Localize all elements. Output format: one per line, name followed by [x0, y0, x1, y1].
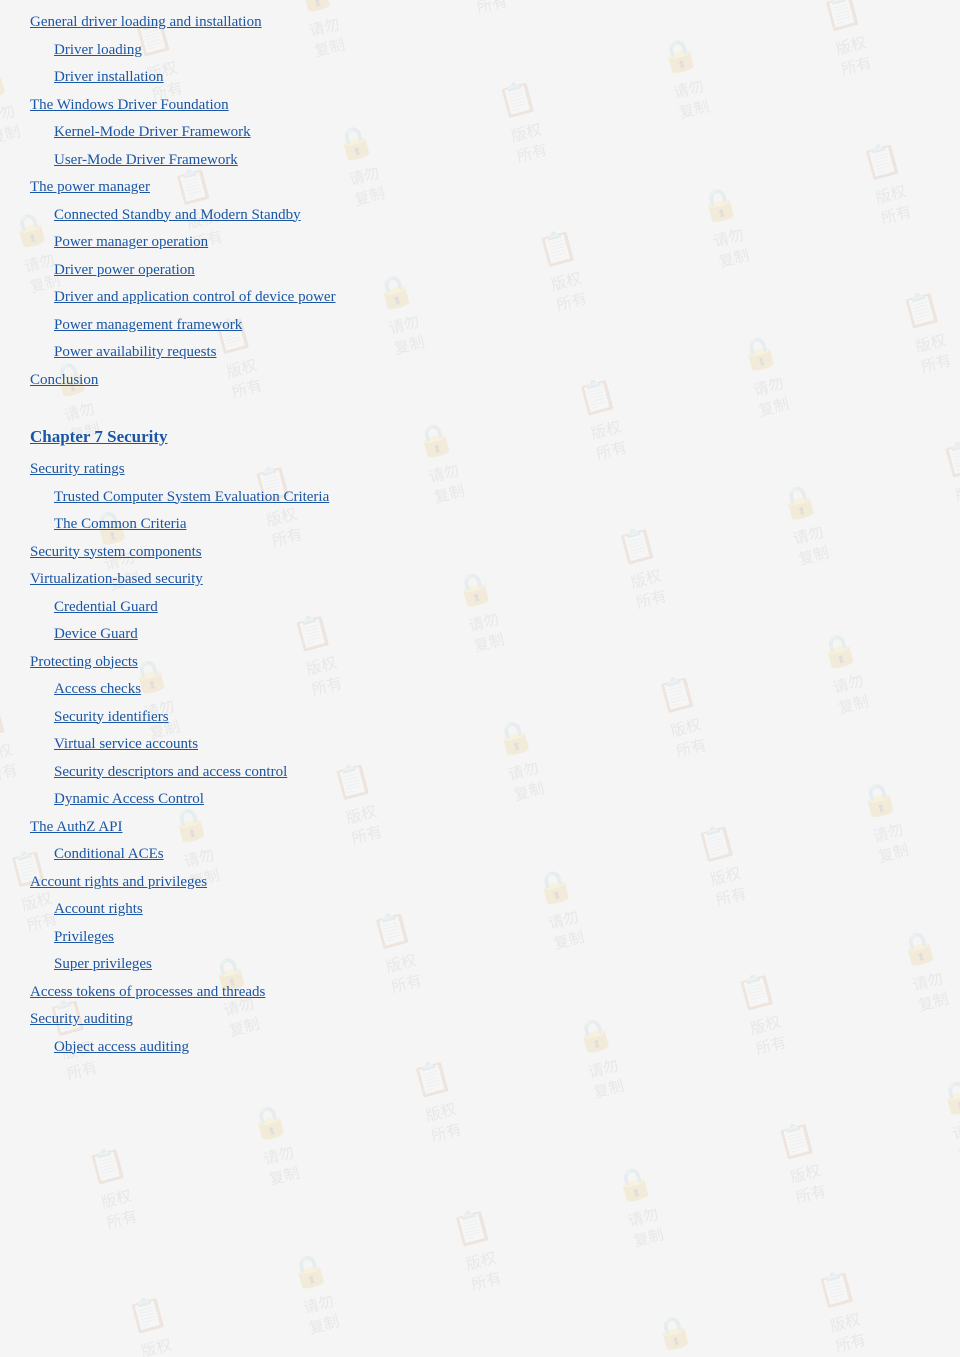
toc-link[interactable]: The Common Criteria — [54, 516, 186, 532]
toc-link[interactable]: Trusted Computer System Evaluation Crite… — [54, 489, 329, 505]
toc-link[interactable]: Driver power operation — [54, 262, 195, 278]
toc-item: Dynamic Access Control — [54, 787, 940, 813]
toc-link[interactable]: Virtualization-based security — [30, 571, 203, 587]
toc-item: Power manager operation — [54, 230, 940, 256]
toc-item: The AuthZ API — [30, 815, 940, 841]
toc-item: Access checks — [54, 677, 940, 703]
chapter7-toc: Security ratings Trusted Computer System … — [30, 457, 940, 1060]
watermark-cell: 🔒请勿复制 — [0, 1137, 53, 1329]
watermark-cell: 🔒请勿复制 — [255, 1347, 457, 1357]
watermark-cell: 🔒请勿复制 — [904, 1173, 960, 1357]
toc-item: Conditional ACEs — [54, 842, 940, 868]
toc-link[interactable]: Credential Guard — [54, 599, 158, 615]
toc-item: Security system components — [30, 540, 940, 566]
toc-item: Virtual service accounts — [54, 732, 940, 758]
toc-item: Trusted Computer System Evaluation Crite… — [54, 485, 940, 511]
toc-item: Account rights — [54, 897, 940, 923]
toc-link[interactable]: Privileges — [54, 929, 114, 945]
toc-link[interactable]: User-Mode Driver Framework — [54, 152, 238, 168]
toc-link[interactable]: Connected Standby and Modern Standby — [54, 207, 301, 223]
toc-item: Conclusion — [30, 368, 940, 394]
page-content: General driver loading and installation D… — [0, 0, 960, 1092]
toc-link[interactable]: Dynamic Access Control — [54, 791, 204, 807]
toc-link[interactable]: Security ratings — [30, 461, 125, 477]
toc-link[interactable]: Conclusion — [30, 372, 98, 388]
toc-link[interactable]: The power manager — [30, 179, 150, 195]
toc-item: Access tokens of processes and threads — [30, 980, 940, 1006]
toc-item: The power manager — [30, 175, 940, 201]
chapter7-section: Chapter 7 Security Security ratings Trust… — [30, 427, 940, 1060]
toc-link[interactable]: Security descriptors and access control — [54, 764, 287, 780]
toc-item: Object access auditing — [54, 1035, 940, 1061]
toc-link[interactable]: Kernel-Mode Driver Framework — [54, 124, 251, 140]
toc-link[interactable]: Access checks — [54, 681, 141, 697]
toc-link[interactable]: Driver and application control of device… — [54, 289, 336, 305]
toc-item: Protecting objects — [30, 650, 940, 676]
toc-link[interactable]: The Windows Driver Foundation — [30, 97, 229, 113]
toc-item: Virtualization-based security — [30, 567, 940, 593]
toc-item: Security identifiers — [54, 705, 940, 731]
toc-item: The Common Criteria — [54, 512, 940, 538]
toc-item: Super privileges — [54, 952, 940, 978]
toc-link[interactable]: Security identifiers — [54, 709, 169, 725]
toc-link[interactable]: Power manager operation — [54, 234, 208, 250]
toc-item: Power management framework — [54, 313, 940, 339]
toc-item: Security descriptors and access control — [54, 760, 940, 786]
watermark-cell: 📋版权所有 — [377, 1155, 579, 1347]
watermark-cell: 🔒请勿复制 — [579, 1260, 781, 1357]
toc-link[interactable]: Account rights — [54, 901, 143, 917]
toc-link[interactable]: General driver loading and installation — [30, 14, 262, 30]
toc-link[interactable]: Conditional ACEs — [54, 846, 164, 862]
toc-item: Power availability requests — [54, 340, 940, 366]
toc-link[interactable]: Super privileges — [54, 956, 152, 972]
toc-item: Driver installation — [54, 65, 940, 91]
toc-link[interactable]: Account rights and privileges — [30, 874, 207, 890]
watermark-cell: 📋版权所有 — [417, 1304, 619, 1357]
toc-link[interactable]: Security auditing — [30, 1011, 133, 1027]
watermark-cell: 📋版权所有 — [13, 1093, 215, 1285]
toc-item: Credential Guard — [54, 595, 940, 621]
toc-item: Security ratings — [30, 457, 940, 483]
watermark-cell: 🔒请勿复制 — [539, 1112, 741, 1304]
toc-item: General driver loading and installation — [30, 10, 940, 36]
toc-item: Connected Standby and Modern Standby — [54, 203, 940, 229]
toc-item: Kernel-Mode Driver Framework — [54, 120, 940, 146]
toc-link[interactable]: The AuthZ API — [30, 819, 123, 835]
toc-item: Driver loading — [54, 38, 940, 64]
toc-item: Driver power operation — [54, 258, 940, 284]
toc-item: Privileges — [54, 925, 940, 951]
toc-item: User-Mode Driver Framework — [54, 148, 940, 174]
toc-link[interactable]: Device Guard — [54, 626, 138, 642]
watermark-cell: 📋版权所有 — [53, 1242, 255, 1357]
chapter6-toc: General driver loading and installation D… — [30, 10, 940, 393]
toc-link[interactable]: Protecting objects — [30, 654, 138, 670]
toc-link[interactable]: Power management framework — [54, 317, 242, 333]
watermark-cell: 📋版权所有 — [742, 1217, 944, 1357]
toc-link[interactable]: Access tokens of processes and threads — [30, 984, 265, 1000]
watermark-cell: 📋版权所有 — [702, 1068, 904, 1260]
watermark-cell: 🔒请勿复制 — [215, 1198, 417, 1357]
toc-link[interactable]: Virtual service accounts — [54, 736, 198, 752]
watermark-cell: 🔒请勿复制 — [0, 1285, 92, 1357]
toc-link[interactable]: Driver installation — [54, 69, 164, 85]
toc-item: Driver and application control of device… — [54, 285, 940, 311]
toc-item: Security auditing — [30, 1007, 940, 1033]
toc-link[interactable]: Security system components — [30, 544, 202, 560]
toc-item: Device Guard — [54, 622, 940, 648]
toc-link[interactable]: Object access auditing — [54, 1039, 189, 1055]
toc-link[interactable]: Driver loading — [54, 42, 142, 58]
toc-item: The Windows Driver Foundation — [30, 93, 940, 119]
toc-item: Account rights and privileges — [30, 870, 940, 896]
toc-link[interactable]: Power availability requests — [54, 344, 216, 360]
chapter7-heading[interactable]: Chapter 7 Security — [30, 427, 940, 447]
